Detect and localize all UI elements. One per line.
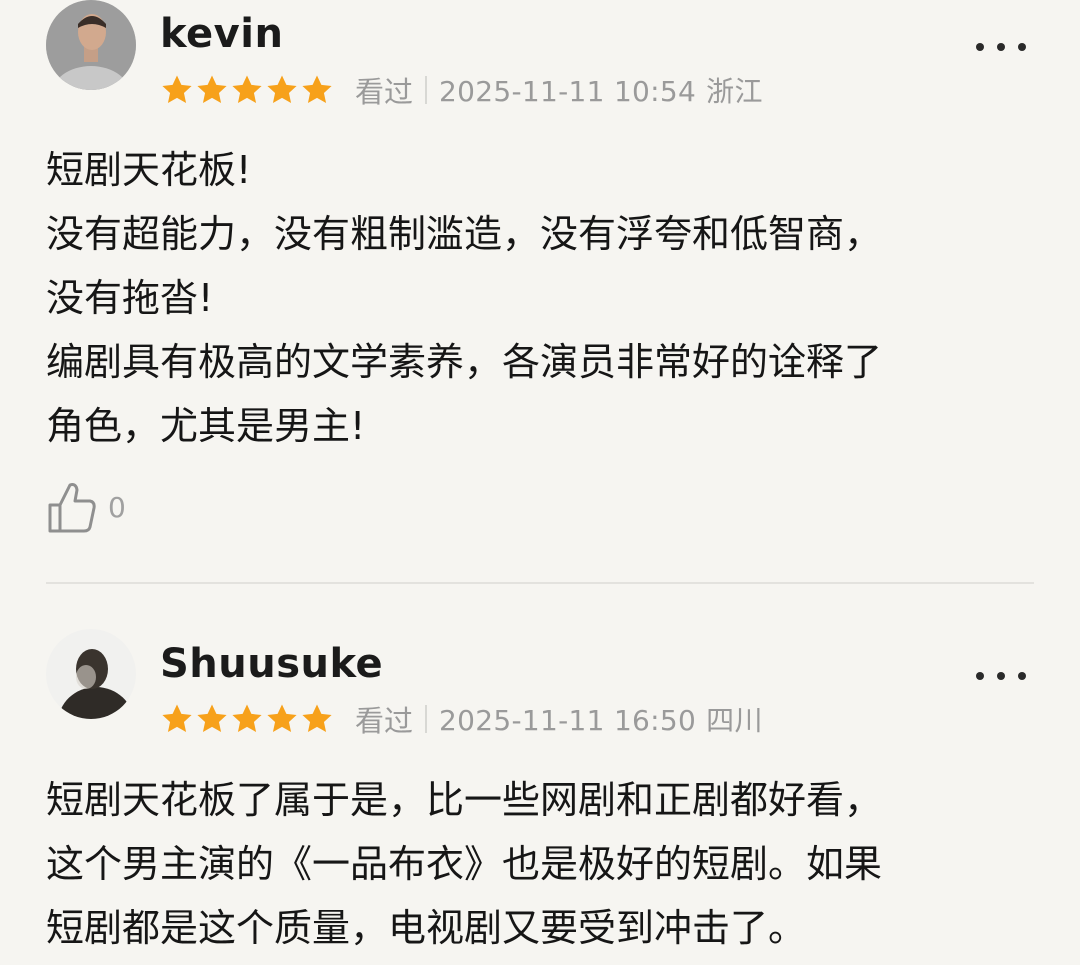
username[interactable]: Shuusuke xyxy=(160,640,383,688)
rating-line: 看过 2025-11-11 10:54 浙江 xyxy=(160,68,763,112)
review-datetime: 2025-11-11 10:54 xyxy=(439,75,697,108)
review-text: 短剧天花板! 没有超能力，没有粗制滥造，没有浮夸和低智商， 没有拖沓! 编剧具有… xyxy=(46,138,1046,458)
review-location: 四川 xyxy=(706,704,763,737)
star-icon xyxy=(230,73,264,107)
star-rating xyxy=(160,73,335,107)
username[interactable]: kevin xyxy=(160,10,283,58)
more-dot xyxy=(1018,672,1026,680)
review-text-line: 短剧天花板了属于是，比一些网剧和正剧都好看， xyxy=(46,778,883,822)
review-text-line: 短剧天花板! xyxy=(46,148,252,192)
star-rating xyxy=(160,702,335,736)
more-options-button[interactable] xyxy=(976,32,1026,62)
star-icon xyxy=(265,73,299,107)
review-datetime: 2025-11-11 16:50 xyxy=(439,704,697,737)
review-text-line: 这个男主演的《一品布衣》也是极好的短剧。如果 xyxy=(46,842,883,886)
like-count: 0 xyxy=(108,490,126,524)
more-dot xyxy=(997,43,1005,51)
review-text-line: 角色，尤其是男主! xyxy=(46,404,366,448)
avatar[interactable] xyxy=(46,629,136,719)
more-options-button[interactable] xyxy=(976,661,1026,691)
review-card: kevin 看过 2025-11-11 10:54 浙江 短剧天花板! 没有超能力… xyxy=(0,0,1080,584)
star-icon xyxy=(160,73,194,107)
watch-status: 看过 xyxy=(355,75,414,109)
review-location: 浙江 xyxy=(706,75,763,108)
review-text-line: 短剧都是这个质量，电视剧又要受到冲击了。 xyxy=(46,906,807,950)
more-dots-icon xyxy=(976,672,984,680)
review-meta: 2025-11-11 16:50 四川 xyxy=(439,699,763,739)
more-dot xyxy=(997,672,1005,680)
star-icon xyxy=(195,73,229,107)
star-icon xyxy=(195,702,229,736)
star-icon xyxy=(160,702,194,736)
review-meta: 2025-11-11 10:54 浙江 xyxy=(439,70,763,110)
watch-status: 看过 xyxy=(355,704,414,738)
thumbs-up-icon xyxy=(46,479,98,535)
review-text-line: 编剧具有极高的文学素养，各演员非常好的诠释了 xyxy=(46,340,883,384)
review-text-line: 没有拖沓! xyxy=(46,276,214,320)
star-icon xyxy=(265,702,299,736)
star-icon xyxy=(300,73,334,107)
meta-divider xyxy=(425,705,428,733)
like-button[interactable]: 0 xyxy=(46,478,126,536)
review-card: Shuusuke 看过 2025-11-11 16:50 四川 短剧天花板了属于是… xyxy=(0,584,1080,965)
star-icon xyxy=(300,702,334,736)
meta-divider xyxy=(425,76,428,104)
star-icon xyxy=(230,702,264,736)
rating-line: 看过 2025-11-11 16:50 四川 xyxy=(160,697,763,741)
review-text-line: 没有超能力，没有粗制滥造，没有浮夸和低智商， xyxy=(46,212,883,256)
more-dot xyxy=(1018,43,1026,51)
avatar[interactable] xyxy=(46,0,136,90)
review-text: 短剧天花板了属于是，比一些网剧和正剧都好看， 这个男主演的《一品布衣》也是极好的… xyxy=(46,768,1046,960)
more-dots-icon xyxy=(976,43,984,51)
